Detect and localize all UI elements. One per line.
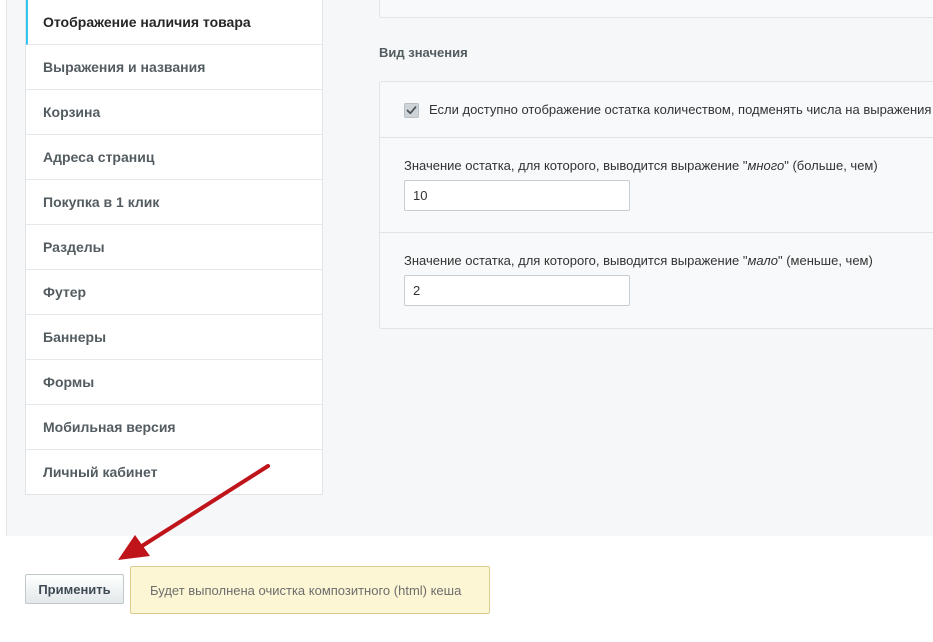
replace-numbers-row: Если доступно отображение остатка количе… <box>380 82 933 138</box>
few-threshold-input[interactable] <box>404 275 630 306</box>
many-threshold-label: Значение остатка, для которого, выводитс… <box>404 158 878 173</box>
replace-numbers-checkbox[interactable] <box>404 103 419 118</box>
sidebar-item-account[interactable]: Личный кабинет <box>26 450 322 494</box>
sidebar-item-banners[interactable]: Баннеры <box>26 315 322 360</box>
sidebar-item-cart[interactable]: Корзина <box>26 90 322 135</box>
sidebar-item-footer[interactable]: Футер <box>26 270 322 315</box>
few-threshold-row: Значение остатка, для которого, выводитс… <box>380 233 933 328</box>
sidebar-item-forms[interactable]: Формы <box>26 360 322 405</box>
value-options-panel: Если доступно отображение остатка количе… <box>379 81 933 329</box>
checkmark-icon <box>406 106 417 115</box>
many-threshold-row: Значение остатка, для которого, выводитс… <box>380 138 933 233</box>
settings-sidebar: Отображение наличия товара Выражения и н… <box>25 0 323 495</box>
few-threshold-label: Значение остатка, для которого, выводитс… <box>404 253 873 268</box>
replace-numbers-label: Если доступно отображение остатка количе… <box>429 102 932 117</box>
sidebar-item-sections[interactable]: Разделы <box>26 225 322 270</box>
sidebar-item-one-click-buy[interactable]: Покупка в 1 клик <box>26 180 322 225</box>
cache-notice-text: Будет выполнена очистка композитного (ht… <box>150 583 462 598</box>
sidebar-item-mobile[interactable]: Мобильная версия <box>26 405 322 450</box>
apply-button[interactable]: Применить <box>25 574 124 604</box>
sidebar-item-expressions[interactable]: Выражения и названия <box>26 45 322 90</box>
cache-notice: Будет выполнена очистка композитного (ht… <box>130 566 490 614</box>
sidebar-item-stock-display[interactable]: Отображение наличия товара <box>26 0 322 45</box>
previous-options-panel <box>379 0 933 18</box>
sidebar-item-page-urls[interactable]: Адреса страниц <box>26 135 322 180</box>
many-threshold-input[interactable] <box>404 180 630 211</box>
section-title: Вид значения <box>379 45 468 60</box>
